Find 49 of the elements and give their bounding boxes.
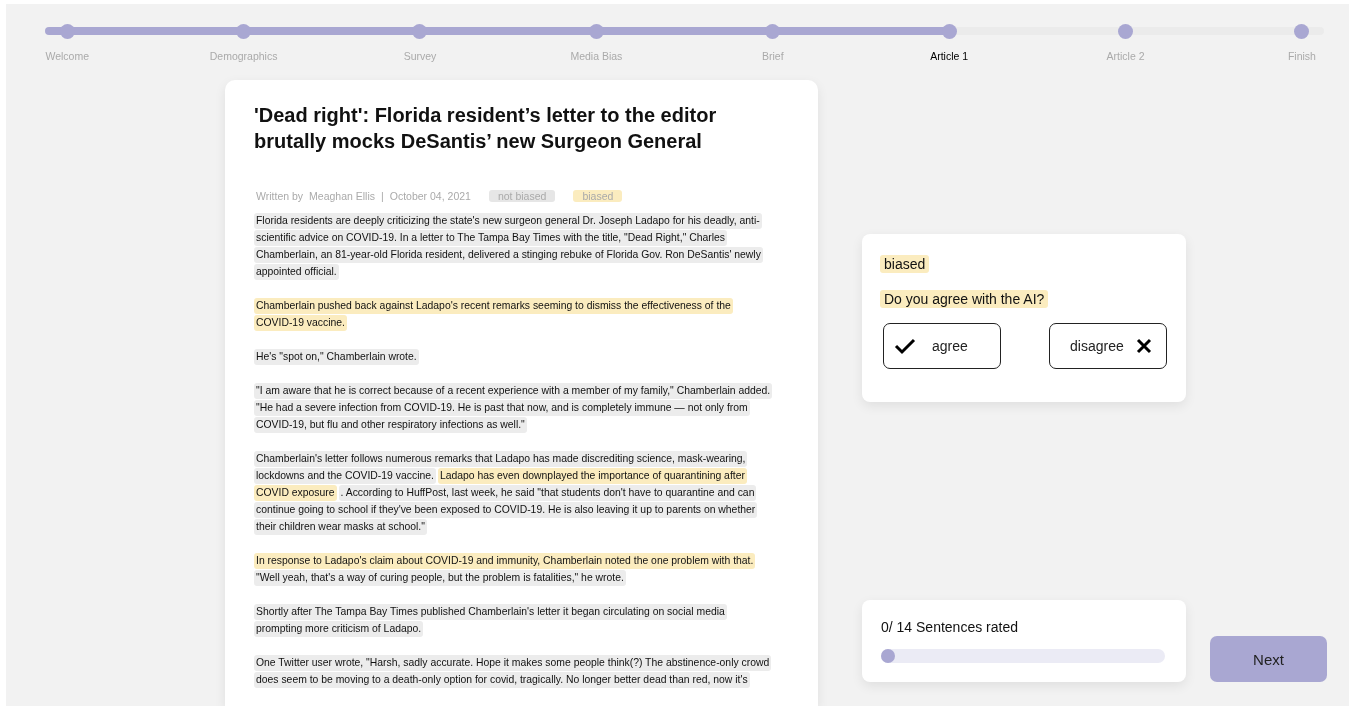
legend-tag: biased — [573, 190, 623, 202]
agree-button[interactable]: agree — [883, 323, 1001, 369]
article-sentence[interactable]: COVID-19, but flu and other respiratory infections as well." — [254, 416, 527, 433]
ai-label: biased — [880, 255, 930, 273]
article-sentence[interactable]: One Twitter user wrote, "Harsh, sadly accurate. Hope it makes some people think(?) The abstinence-only crowd — [254, 654, 772, 671]
article-sentence[interactable]: . According to HuffPost, last week, he said "that students don't have to quarantine and can — [338, 484, 757, 501]
step-label: Demographics — [209, 50, 278, 62]
article-sentence[interactable]: Florida residents are deeply criticizing the state's new surgeon general Dr. Joseph Ladapo for his deadly, anti- — [254, 212, 762, 229]
step-label: Article 1 — [930, 50, 969, 62]
article-sentence[interactable]: "Well yeah, that's a way of curing people, but the problem is fatalities," he wrote. — [254, 569, 626, 586]
article-title: 'Dead right': Florida resident’s letter to the editor brutally mocks DeSantis’ new Surgeon General — [254, 103, 718, 154]
article-sentence[interactable]: Shortly after The Tampa Bay Times published Chamberlain's letter it began circulating on social media — [254, 603, 727, 620]
article-sentence[interactable]: Chamberlain pushed back against Ladapo's recent remarks seeming to dismiss the effectiveness of the — [254, 297, 733, 314]
progress-text: 0/ 14 Sentences rated — [881, 619, 1019, 635]
article-sentence[interactable]: prompting more criticism of Ladapo. — [254, 620, 424, 637]
question-text: Do you agree with the AI? — [880, 290, 1049, 308]
article-sentence[interactable]: does seem to be moving to a death-only option for covid, tragically. No longer better dead than red, now it's — [254, 671, 750, 688]
step-label: Finish — [1287, 50, 1316, 62]
step-dot[interactable] — [1294, 23, 1310, 39]
step-label: Media Bias — [570, 50, 623, 62]
step-dot[interactable] — [1118, 23, 1134, 39]
article-sentence[interactable]: He's "spot on," Chamberlain wrote. — [254, 348, 419, 365]
step-label: Welcome — [45, 50, 89, 62]
check-icon — [894, 337, 916, 355]
step-label: Brief — [761, 50, 784, 62]
step-label: Survey — [403, 50, 437, 62]
article-sentence[interactable]: Chamberlain, an 81-year-old Florida resident, delivered a stinging rebuke of Florida Gov. Ron DeSantis' newly — [254, 246, 763, 263]
author-name: Meaghan Ellis — [309, 190, 376, 202]
close-icon — [1135, 338, 1152, 354]
disagree-button[interactable]: disagree — [1049, 323, 1167, 369]
step-dot[interactable] — [941, 23, 957, 39]
step-label: Article 2 — [1106, 50, 1145, 62]
article-sentence[interactable]: COVID-19 vaccine. — [254, 314, 347, 331]
next-button[interactable]: Next — [1210, 636, 1327, 682]
article-date: October 04, 2021 — [389, 190, 471, 202]
article-sentence[interactable]: scientific advice on COVID-19. In a letter to The Tampa Bay Times with the title, "Dead Right," Charles — [254, 229, 727, 246]
article-sentence[interactable]: their children wear masks at school." — [254, 518, 427, 535]
article-sentence[interactable]: Ladapo has even downplayed the importance of quarantining after — [437, 467, 747, 484]
separator: | — [381, 190, 384, 202]
article-sentence[interactable]: appointed official. — [254, 263, 339, 280]
byline-prefix: Written by — [256, 190, 304, 202]
article-sentence[interactable]: "I am aware that he is correct because of a recent experience with a member of my family," Chamberlain added. — [254, 382, 773, 399]
article-sentence[interactable]: "He had a severe infection from COVID-19. He is past that now, and is completely immune — not only from — [254, 399, 750, 416]
article-sentence[interactable]: continue going to school if they've been exposed to COVID-19. He is also leaving it up to parents on whether — [254, 501, 758, 518]
article-sentence[interactable]: COVID exposure — [254, 484, 337, 501]
article-sentence[interactable]: In response to Ladapo's claim about COVID-19 and immunity, Chamberlain noted the one problem with that. — [254, 552, 756, 569]
article-sentence[interactable]: Chamberlain's letter follows numerous remarks that Ladapo has made discrediting science, mask-wearing, — [254, 450, 748, 467]
legend-tag: not biased — [488, 190, 556, 202]
article-sentence[interactable]: lockdowns and the COVID-19 vaccine. — [254, 467, 436, 484]
